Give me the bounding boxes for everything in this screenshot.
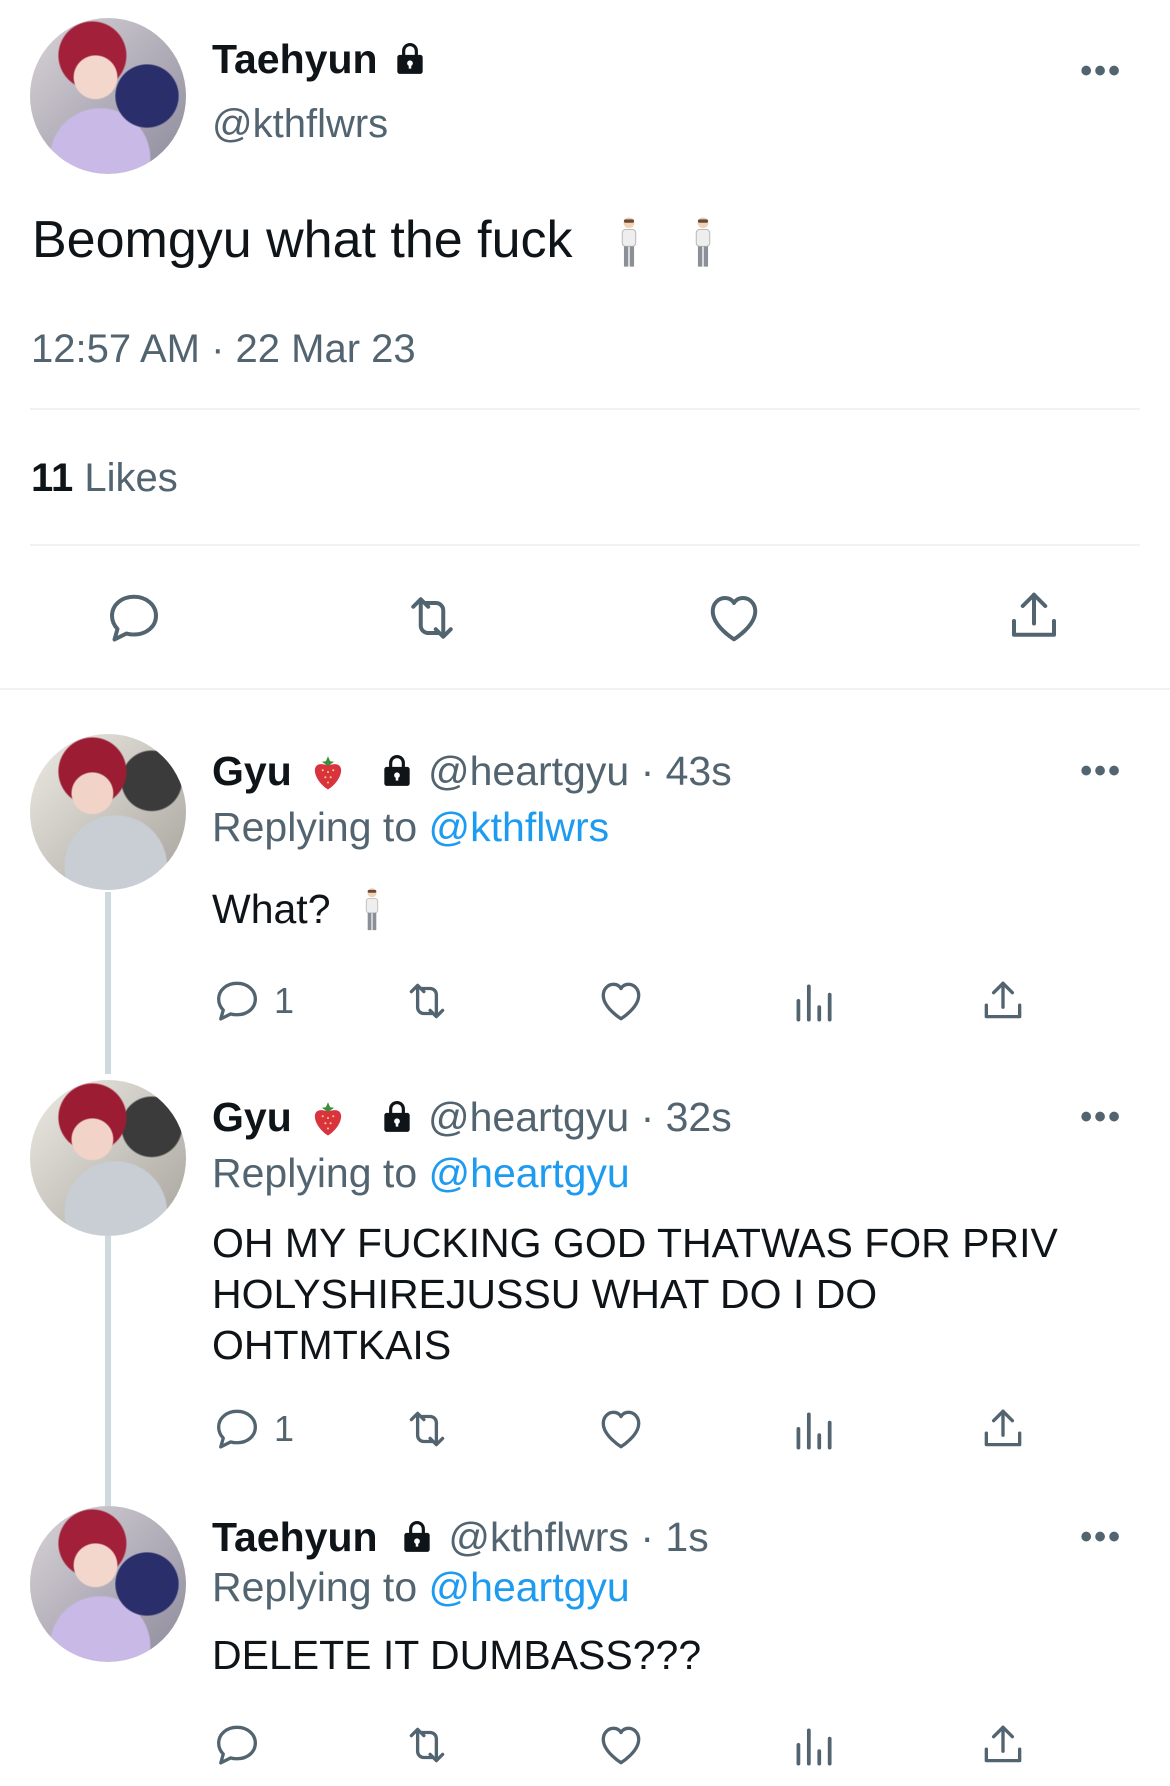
tweet-text: Beomgyu what the fuck	[32, 211, 573, 269]
strawberry-icon	[307, 751, 349, 793]
share-icon[interactable]	[978, 1404, 1028, 1454]
likes-stat[interactable]: 11 Likes	[31, 456, 178, 501]
author-handle[interactable]: @kthflwrs	[448, 1514, 629, 1560]
standing-person-icon	[691, 216, 715, 270]
reply-icon[interactable]	[212, 1404, 262, 1454]
share-icon[interactable]	[978, 1720, 1028, 1770]
thread-line	[105, 1236, 111, 1508]
reply-text: OH MY FUCKING GOD THATWAS FOR PRIV HOLYS…	[212, 1218, 1058, 1371]
reply-count: 1	[274, 1408, 295, 1449]
analytics-icon[interactable]	[788, 1722, 838, 1772]
author-line: Taehyun @kthflwrs · 1s	[212, 1514, 709, 1561]
reply-text-line: OHTMTKAIS	[212, 1322, 452, 1368]
likes-count: 11	[31, 456, 74, 500]
reply-text: DELETE IT DUMBASS???	[212, 1632, 702, 1678]
retweet-icon[interactable]	[402, 1404, 452, 1454]
reply-icon[interactable]	[212, 976, 262, 1026]
author-line: Gyu @heartgyu · 43s	[212, 748, 732, 795]
share-icon[interactable]	[1004, 586, 1064, 646]
lock-icon	[390, 39, 430, 77]
replying-to: Replying to @heartgyu	[212, 1150, 630, 1197]
more-options-button[interactable]: •••	[1080, 1518, 1122, 1557]
heart-icon[interactable]	[596, 976, 646, 1026]
analytics-icon[interactable]	[788, 1406, 838, 1456]
avatar[interactable]	[30, 18, 186, 174]
more-options-button[interactable]: •••	[1080, 52, 1122, 91]
more-options-button[interactable]: •••	[1080, 752, 1122, 791]
avatar[interactable]	[30, 734, 186, 890]
retweet-icon[interactable]	[402, 976, 452, 1026]
replying-prefix: Replying to	[212, 804, 418, 850]
reply-action[interactable]: 1	[212, 1404, 294, 1454]
author-handle[interactable]: @heartgyu	[428, 1094, 629, 1140]
author-line: Gyu @heartgyu · 32s	[212, 1094, 732, 1141]
replying-to-link[interactable]: @heartgyu	[429, 1150, 630, 1196]
author-line: Taehyun	[212, 36, 430, 83]
post-time[interactable]: · 43s	[641, 748, 732, 794]
reply-action[interactable]: 1	[212, 976, 294, 1026]
more-options-button[interactable]: •••	[1080, 1098, 1122, 1137]
strawberry-icon	[307, 1097, 349, 1139]
avatar[interactable]	[30, 1080, 186, 1236]
retweet-icon[interactable]	[402, 588, 462, 648]
analytics-icon[interactable]	[788, 978, 838, 1028]
timestamp[interactable]: 12:57 AM · 22 Mar 23	[31, 327, 416, 372]
divider	[30, 544, 1140, 546]
lock-icon	[397, 1517, 437, 1555]
avatar[interactable]	[30, 1506, 186, 1662]
lock-icon	[377, 1097, 417, 1135]
author-handle[interactable]: @heartgyu	[428, 748, 629, 794]
replying-to-link[interactable]: @heartgyu	[429, 1564, 630, 1610]
reply-icon[interactable]	[104, 588, 164, 648]
heart-icon[interactable]	[596, 1720, 646, 1770]
replying-to: Replying to @heartgyu	[212, 1564, 630, 1611]
likes-label: Likes	[84, 456, 178, 500]
reply-icon[interactable]	[212, 1720, 262, 1770]
divider	[0, 688, 1170, 690]
author-name[interactable]: Gyu	[212, 1094, 292, 1140]
replying-to-link[interactable]: @kthflwrs	[429, 804, 610, 850]
share-icon[interactable]	[978, 976, 1028, 1026]
author-name[interactable]: Taehyun	[212, 36, 378, 82]
reply-text-line: HOLYSHIREJUSSU WHAT DO I DO	[212, 1271, 878, 1317]
lock-icon	[377, 751, 417, 789]
thread-line	[105, 892, 111, 1074]
replying-prefix: Replying to	[212, 1564, 418, 1610]
tweet-text-line: Beomgyu what the fuck	[32, 210, 715, 270]
author-name[interactable]: Gyu	[212, 748, 292, 794]
reply-text: What?	[212, 886, 331, 932]
standing-person-icon	[617, 216, 641, 270]
standing-person-icon	[362, 887, 382, 933]
heart-icon[interactable]	[704, 588, 764, 648]
author-handle[interactable]: @kthflwrs	[212, 102, 388, 147]
replying-to: Replying to @kthflwrs	[212, 804, 609, 851]
post-time[interactable]: · 32s	[641, 1094, 732, 1140]
replying-prefix: Replying to	[212, 1150, 418, 1196]
retweet-icon[interactable]	[402, 1720, 452, 1770]
author-name[interactable]: Taehyun	[212, 1514, 378, 1560]
reply-text-line: OH MY FUCKING GOD THATWAS FOR PRIV	[212, 1220, 1058, 1266]
heart-icon[interactable]	[596, 1404, 646, 1454]
divider	[30, 408, 1140, 410]
post-time[interactable]: · 1s	[640, 1514, 708, 1560]
reply-count: 1	[274, 980, 295, 1021]
reply-text-line: What?	[212, 886, 382, 933]
